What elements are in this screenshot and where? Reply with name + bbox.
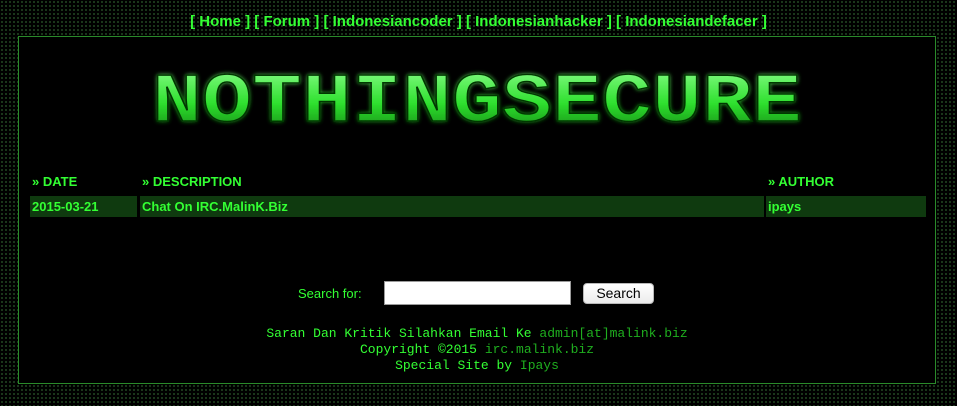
- search-button[interactable]: Search: [583, 283, 654, 304]
- date-column-header: » DATE: [32, 174, 78, 189]
- search-form: Search for: Search: [19, 281, 935, 307]
- nav-link-home[interactable]: Home: [199, 13, 241, 30]
- irc-link[interactable]: irc.malink.biz: [485, 342, 594, 357]
- author-credit-link[interactable]: Ipays: [520, 358, 559, 373]
- nav-link-indonesianhacker[interactable]: Indonesianhacker: [475, 13, 603, 30]
- nav-link-indonesiancoder[interactable]: Indonesiancoder: [333, 13, 453, 30]
- table-row-description[interactable]: Chat On IRC.MalinK.Biz: [140, 196, 764, 217]
- search-label: Search for:: [298, 286, 362, 301]
- nav-link-forum[interactable]: Forum: [263, 13, 310, 30]
- footer-contact-line: Saran Dan Kritik Silahkan Email Ke admin…: [266, 326, 688, 341]
- table-row-author: ipays: [766, 196, 926, 217]
- logo-text: NOTHINGSECURE: [152, 65, 802, 133]
- logo-graphic: NOTHINGSECURE: [151, 65, 803, 133]
- footer-credit-line: Special Site by Ipays: [395, 358, 559, 373]
- site-footer: Saran Dan Kritik Silahkan Email Ke admin…: [19, 326, 935, 374]
- author-column-header: » AUTHOR: [768, 174, 834, 189]
- description-column-header: » DESCRIPTION: [142, 174, 242, 189]
- site-logo: NOTHINGSECURE: [19, 65, 935, 138]
- search-input[interactable]: [384, 281, 571, 305]
- footer-copyright-line: Copyright ©2015 irc.malink.biz: [359, 342, 595, 357]
- nav-link-indonesiandefacer[interactable]: Indonesiandefacer: [625, 13, 758, 30]
- main-frame: NOTHINGSECURE » DATE » DESCRIPTION » AUT…: [18, 36, 936, 384]
- contact-email-link[interactable]: admin[at]malink.biz: [539, 326, 687, 341]
- top-navigation: [ Home ] [ Forum ] [ Indonesiancoder ] […: [190, 13, 767, 30]
- table-row-date: 2015-03-21: [30, 196, 137, 217]
